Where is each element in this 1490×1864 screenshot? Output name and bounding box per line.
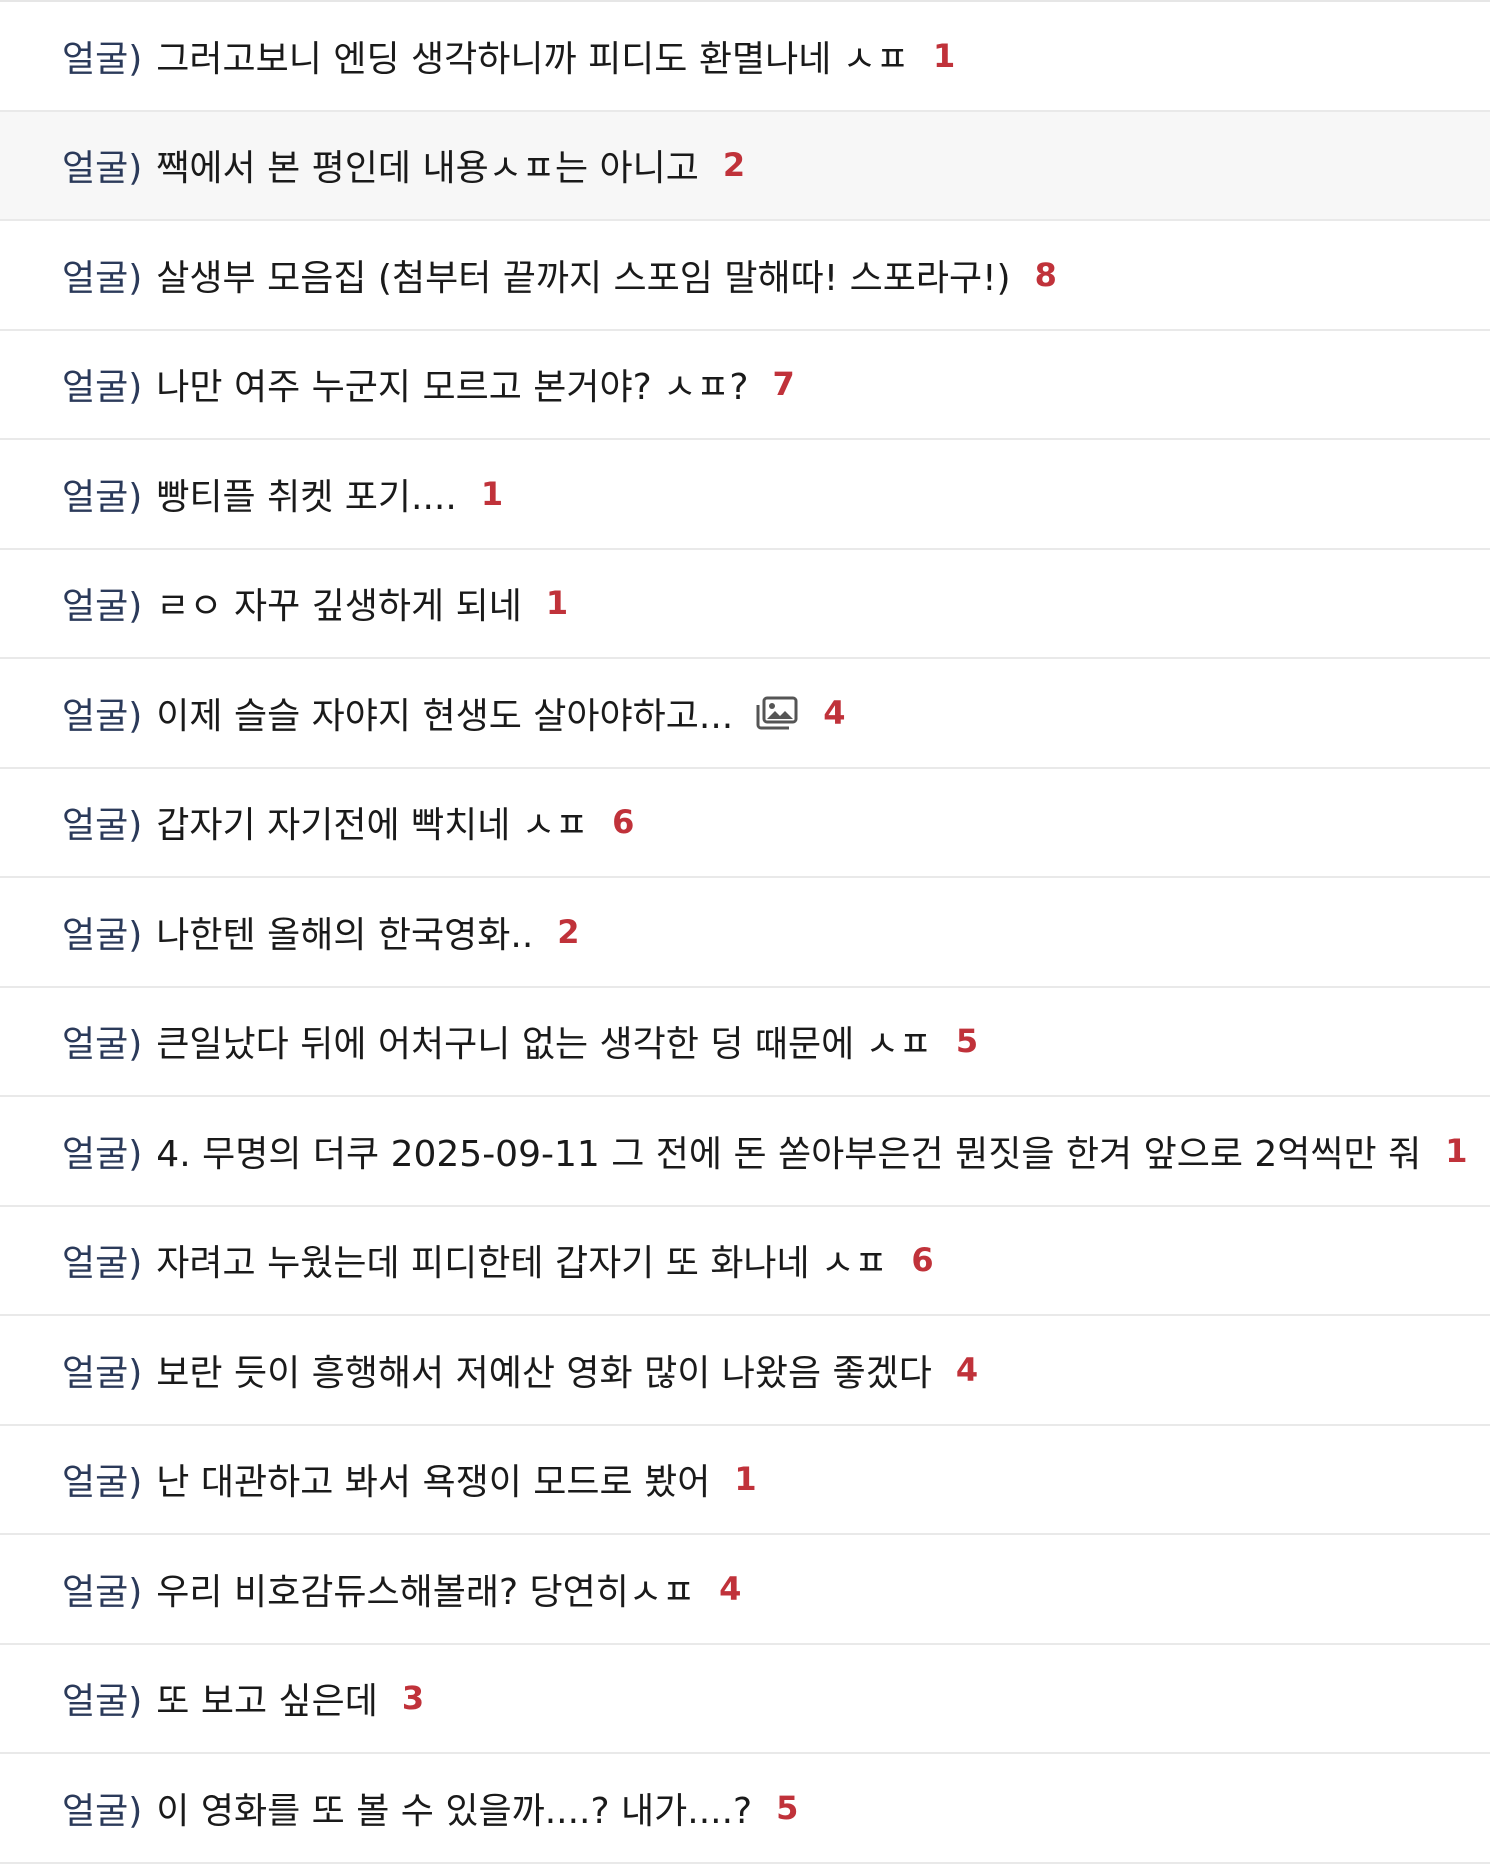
- comment-count[interactable]: 2: [557, 913, 579, 951]
- post-row[interactable]: 얼굴) 4. 무명의 더쿠 2025-09-11 그 전에 돈 쏟아부은건 뭔짓…: [0, 1097, 1490, 1207]
- post-title[interactable]: 자려고 누웠는데 피디한테 갑자기 또 화나네 ㅅㅍ: [156, 1234, 887, 1286]
- post-category[interactable]: 얼굴): [62, 30, 142, 82]
- post-title[interactable]: 큰일났다 뒤에 어처구니 없는 생각한 덩 때문에 ㅅㅍ: [156, 1015, 932, 1067]
- post-category[interactable]: 얼굴): [62, 1453, 142, 1505]
- post-row[interactable]: 얼굴) 보란 듯이 흥행해서 저예산 영화 많이 나왔음 좋겠다 4: [0, 1316, 1490, 1426]
- post-category[interactable]: 얼굴): [62, 796, 142, 848]
- post-title[interactable]: 4. 무명의 더쿠 2025-09-11 그 전에 돈 쏟아부은건 뭔짓을 한겨…: [156, 1125, 1421, 1177]
- post-category[interactable]: 얼굴): [62, 1344, 142, 1396]
- comment-count[interactable]: 6: [911, 1241, 933, 1279]
- post-title[interactable]: 이 영화를 또 볼 수 있을까....? 내가....?: [156, 1782, 752, 1834]
- post-category[interactable]: 얼굴): [62, 358, 142, 410]
- comment-count[interactable]: 7: [773, 365, 795, 403]
- comment-count[interactable]: 1: [481, 475, 503, 513]
- comment-count[interactable]: 2: [723, 146, 745, 184]
- post-title[interactable]: 짹에서 본 평인데 내용ㅅㅍ는 아니고: [156, 139, 699, 191]
- post-category[interactable]: 얼굴): [62, 1125, 142, 1177]
- post-row[interactable]: 얼굴) ㄹㅇ 자꾸 깊생하게 되네 1: [0, 549, 1490, 659]
- comment-count[interactable]: 1: [1445, 1132, 1467, 1170]
- post-title[interactable]: 그러고보니 엔딩 생각하니까 피디도 환멸나네 ㅅㅍ: [156, 30, 909, 82]
- post-title[interactable]: 갑자기 자기전에 빡치네 ㅅㅍ: [156, 796, 588, 848]
- image-gallery-icon: [755, 695, 799, 731]
- comment-count[interactable]: 6: [612, 803, 634, 841]
- post-category[interactable]: 얼굴): [62, 1015, 142, 1067]
- comment-count[interactable]: 1: [546, 584, 568, 622]
- post-title[interactable]: 난 대관하고 봐서 욕쟁이 모드로 봤어: [156, 1453, 710, 1505]
- post-title[interactable]: 빵티플 취켓 포기....: [156, 468, 457, 520]
- comment-count[interactable]: 4: [956, 1351, 978, 1389]
- post-row[interactable]: 얼굴) 빵티플 취켓 포기.... 1: [0, 440, 1490, 550]
- post-title[interactable]: 보란 듯이 흥행해서 저예산 영화 많이 나왔음 좋겠다: [156, 1344, 932, 1396]
- post-row[interactable]: 얼굴) 우리 비호감듀스해볼래? 당연히ㅅㅍ 4: [0, 1535, 1490, 1645]
- post-title[interactable]: 살생부 모음집 (첨부터 끝까지 스포임 말해따! 스포라구!): [156, 249, 1010, 301]
- post-category[interactable]: 얼굴): [62, 687, 142, 739]
- comment-count[interactable]: 4: [823, 694, 845, 732]
- post-title[interactable]: 나한텐 올해의 한국영화..: [156, 906, 533, 958]
- post-row[interactable]: 얼굴) 큰일났다 뒤에 어처구니 없는 생각한 덩 때문에 ㅅㅍ 5: [0, 987, 1490, 1097]
- post-row[interactable]: 얼굴) 이제 슬슬 자야지 현생도 살아야하고... 4: [0, 659, 1490, 769]
- post-row[interactable]: 얼굴) 또 보고 싶은데 3: [0, 1644, 1490, 1754]
- comment-count[interactable]: 5: [956, 1022, 978, 1060]
- post-row[interactable]: 얼굴) 자려고 누웠는데 피디한테 갑자기 또 화나네 ㅅㅍ 6: [0, 1206, 1490, 1316]
- post-category[interactable]: 얼굴): [62, 906, 142, 958]
- comment-count[interactable]: 3: [402, 1679, 424, 1717]
- post-title[interactable]: 이제 슬슬 자야지 현생도 살아야하고...: [156, 687, 733, 739]
- post-title[interactable]: 또 보고 싶은데: [156, 1672, 378, 1724]
- comment-count[interactable]: 1: [734, 1460, 756, 1498]
- post-row[interactable]: 얼굴) 나만 여주 누군지 모르고 본거야? ㅅㅍ? 7: [0, 330, 1490, 440]
- post-list: 얼굴) 그러고보니 엔딩 생각하니까 피디도 환멸나네 ㅅㅍ 1 얼굴) 짹에서…: [0, 0, 1490, 1864]
- comment-count[interactable]: 5: [776, 1789, 798, 1827]
- post-row[interactable]: 얼굴) 갑자기 자기전에 빡치네 ㅅㅍ 6: [0, 768, 1490, 878]
- post-category[interactable]: 얼굴): [62, 577, 142, 629]
- post-row[interactable]: 얼굴) 살생부 모음집 (첨부터 끝까지 스포임 말해따! 스포라구!) 8: [0, 221, 1490, 331]
- post-row[interactable]: 얼굴) 이 영화를 또 볼 수 있을까....? 내가....? 5: [0, 1754, 1490, 1864]
- comment-count[interactable]: 8: [1035, 256, 1057, 294]
- post-row[interactable]: 얼굴) 난 대관하고 봐서 욕쟁이 모드로 봤어 1: [0, 1425, 1490, 1535]
- post-title[interactable]: ㄹㅇ 자꾸 깊생하게 되네: [156, 577, 522, 629]
- post-row[interactable]: 얼굴) 나한텐 올해의 한국영화.. 2: [0, 878, 1490, 988]
- post-title[interactable]: 우리 비호감듀스해볼래? 당연히ㅅㅍ: [156, 1563, 695, 1615]
- post-category[interactable]: 얼굴): [62, 1782, 142, 1834]
- comment-count[interactable]: 1: [933, 37, 955, 75]
- post-category[interactable]: 얼굴): [62, 139, 142, 191]
- post-category[interactable]: 얼굴): [62, 1234, 142, 1286]
- post-category[interactable]: 얼굴): [62, 468, 142, 520]
- post-category[interactable]: 얼굴): [62, 1672, 142, 1724]
- comment-count[interactable]: 4: [719, 1570, 741, 1608]
- post-category[interactable]: 얼굴): [62, 1563, 142, 1615]
- post-row[interactable]: 얼굴) 그러고보니 엔딩 생각하니까 피디도 환멸나네 ㅅㅍ 1: [0, 2, 1490, 112]
- post-title[interactable]: 나만 여주 누군지 모르고 본거야? ㅅㅍ?: [156, 358, 748, 410]
- post-category[interactable]: 얼굴): [62, 249, 142, 301]
- post-row[interactable]: 얼굴) 짹에서 본 평인데 내용ㅅㅍ는 아니고 2: [0, 111, 1490, 221]
